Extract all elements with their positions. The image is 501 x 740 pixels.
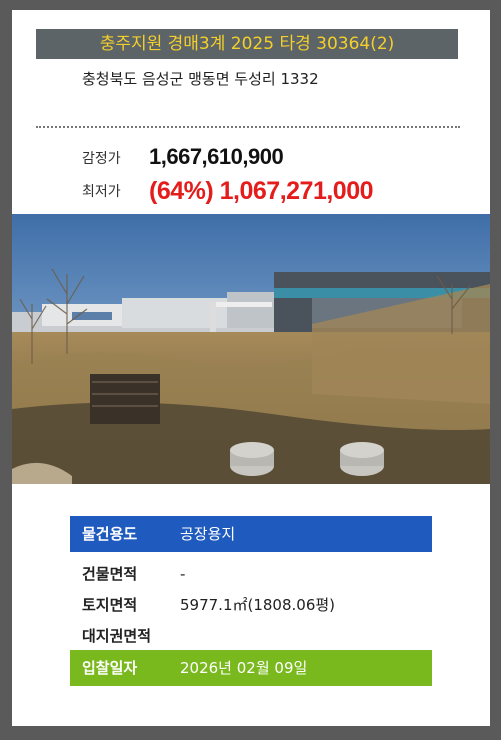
- land-right-area-label: 대지권면적: [82, 627, 152, 645]
- bid-date-row: 입찰일자 2026년 02월 09일: [70, 650, 432, 686]
- bid-date-label: 입찰일자: [82, 659, 138, 677]
- auction-card: 충주지원 경매3계 2025 타경 30364(2) 충청북도 음성군 맹동면 …: [12, 10, 490, 726]
- usage-value: 공장용지: [180, 525, 236, 543]
- minimum-price-label: 최저가: [82, 184, 121, 200]
- case-title: 충주지원 경매3계 2025 타경 30364(2): [36, 29, 458, 59]
- property-photo: [12, 214, 490, 484]
- appraisal-value: 1,667,610,900: [149, 144, 284, 169]
- minimum-price-value: (64%) 1,067,271,000: [149, 177, 374, 205]
- land-right-area-row: 대지권면적: [70, 618, 432, 654]
- usage-row: 물건용도 공장용지: [70, 516, 432, 552]
- property-address: 충청북도 음성군 맹동면 두성리 1332: [82, 70, 319, 88]
- usage-label: 물건용도: [82, 525, 138, 543]
- appraisal-label: 감정가: [82, 151, 121, 167]
- bid-date-value: 2026년 02월 09일: [180, 659, 308, 677]
- divider: [36, 126, 460, 128]
